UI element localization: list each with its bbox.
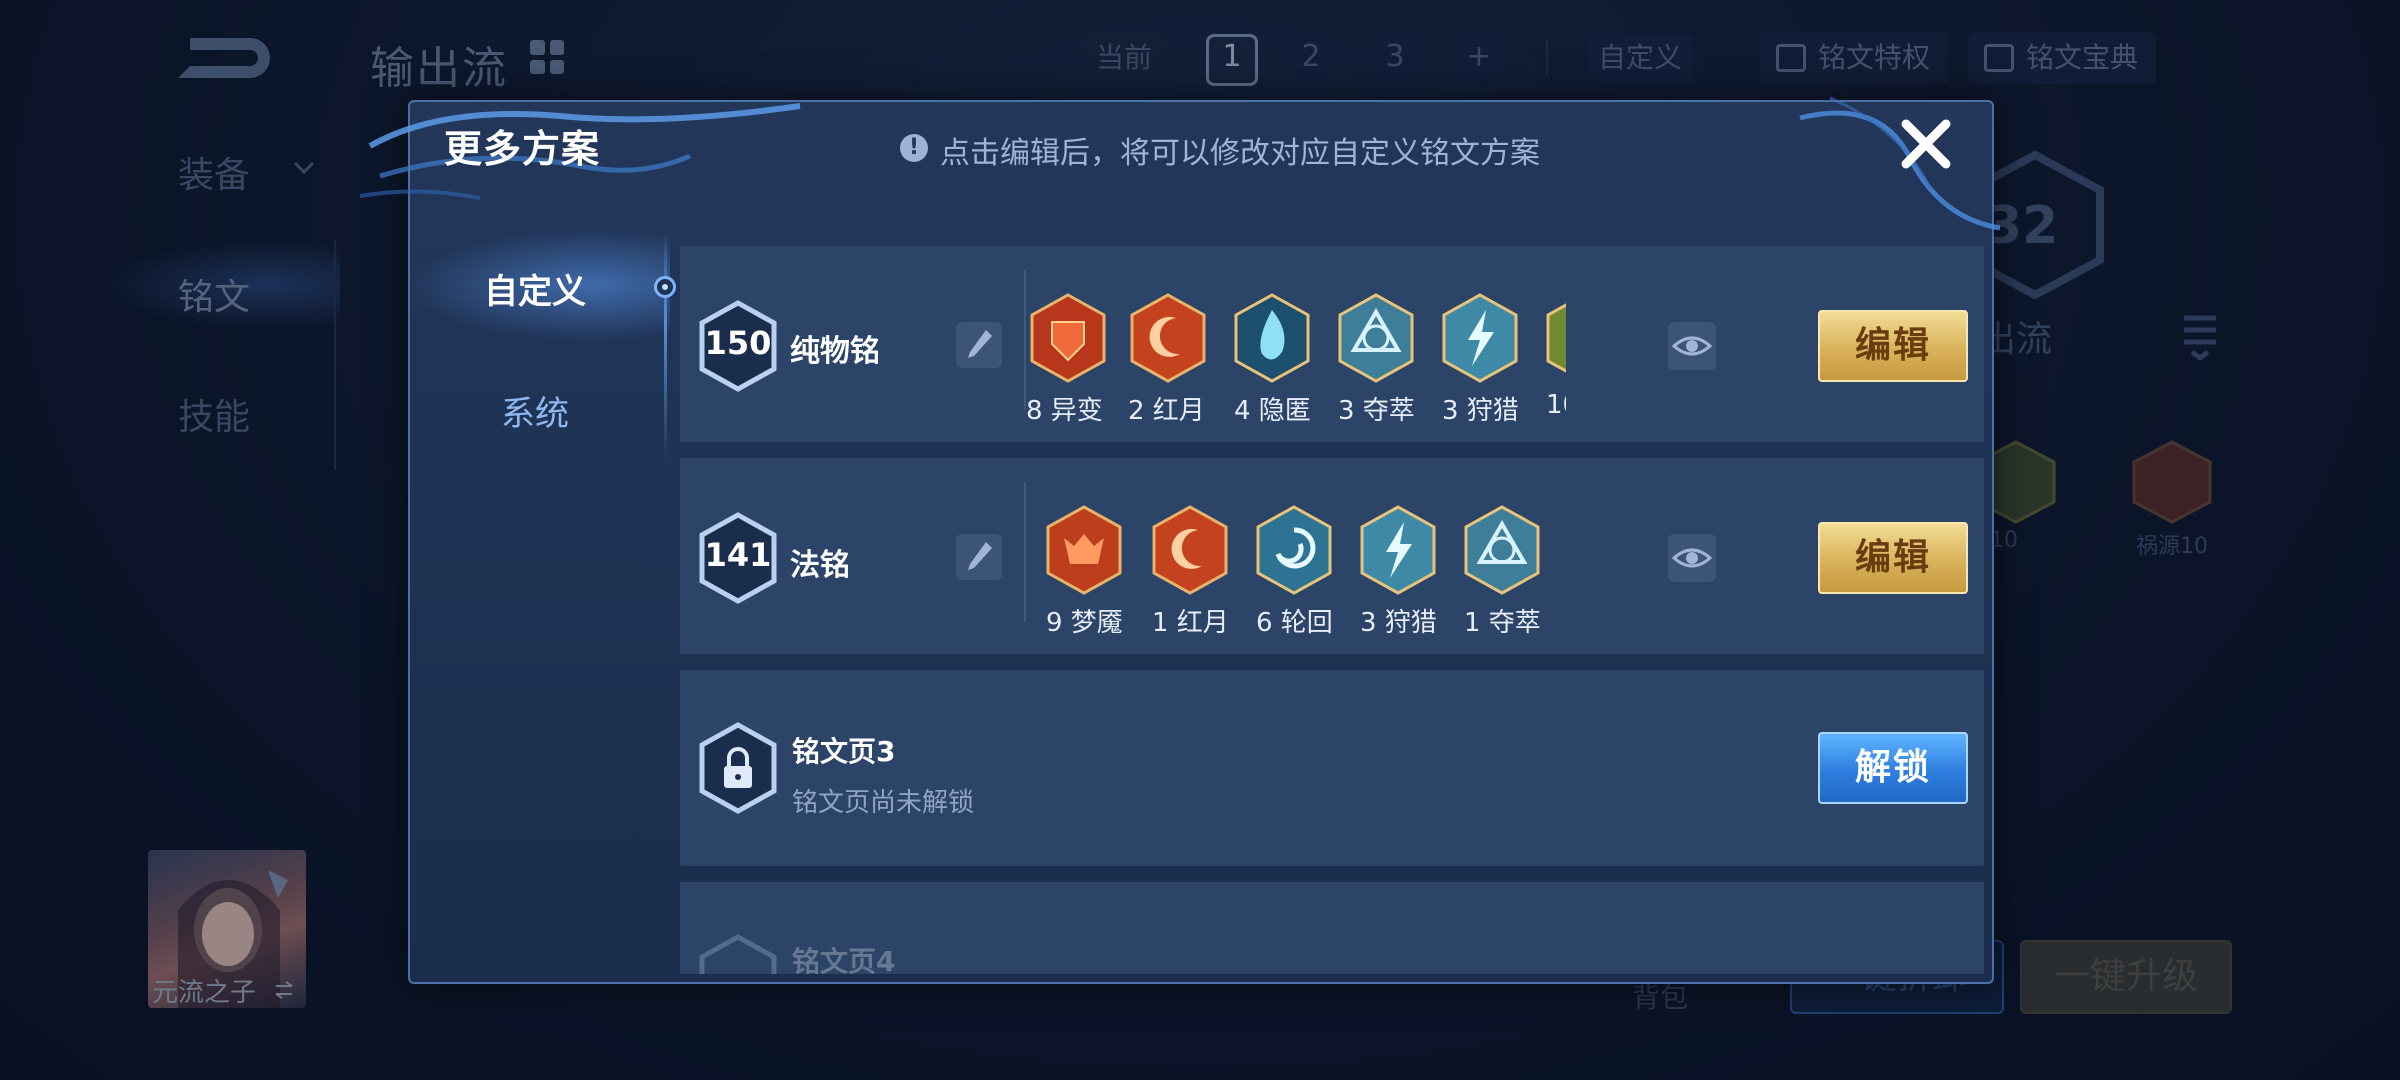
edit-button[interactable]: 编辑	[1818, 310, 1968, 382]
pencil-icon	[968, 542, 992, 570]
plan-level: 141	[704, 536, 772, 574]
rename-button[interactable]	[956, 322, 1002, 368]
rune-label: 3 狩猎	[1442, 396, 1519, 426]
tab-divider-line	[664, 230, 667, 460]
tab-system[interactable]: 系统	[410, 386, 660, 435]
rune-label: 6 轮回	[1256, 608, 1333, 638]
blue-flame-rune-icon	[1234, 293, 1310, 383]
blue-knot-rune-icon	[1464, 505, 1540, 595]
rune-label: 2 红月	[1128, 396, 1205, 426]
rune-label: 10	[1546, 390, 1566, 420]
eye-icon	[1671, 336, 1713, 356]
rune-label: 8 异变	[1026, 396, 1103, 426]
plan-name: 纯物铭	[790, 334, 880, 369]
rename-button[interactable]	[956, 534, 1002, 580]
blue-swirl-rune-icon	[1256, 505, 1332, 595]
rune-label: 1 夺萃	[1464, 608, 1541, 638]
edit-button[interactable]: 编辑	[1818, 522, 1968, 594]
lock-icon	[699, 934, 777, 974]
red-moon-rune-icon	[1130, 293, 1206, 383]
green-rune-icon	[1546, 303, 1566, 373]
rune-strip: 9 梦魇 1 红月 6 轮回 3 狩猎 1 夺萃	[1040, 498, 1580, 648]
lock-icon	[699, 722, 777, 814]
crimson-shield-rune-icon	[1030, 293, 1106, 383]
locked-page-title: 铭文页4	[792, 945, 896, 974]
rune-strip: 8 异变 2 红月 4 隐匿 3 夺萃 3 狩猎 10	[1026, 286, 1566, 436]
red-demon-rune-icon	[1046, 505, 1122, 595]
blue-lightning-rune-icon	[1442, 293, 1518, 383]
red-moon-rune-icon	[1152, 505, 1228, 595]
rune-label: 1 红月	[1152, 608, 1229, 638]
blue-lightning-rune-icon	[1360, 505, 1436, 595]
preview-button[interactable]	[1668, 534, 1716, 582]
blue-knot-rune-icon	[1338, 293, 1414, 383]
pencil-icon	[968, 330, 992, 358]
plan-level: 150	[704, 324, 772, 362]
rune-label: 3 夺萃	[1338, 396, 1415, 426]
notice-text: 点击编辑后，将可以修改对应自定义铭文方案	[940, 136, 1540, 171]
info-icon: !	[900, 134, 928, 162]
modal-title: 更多方案	[444, 127, 601, 171]
rune-label: 3 狩猎	[1360, 608, 1437, 638]
locked-page-subtitle: 铭文页尚未解锁	[792, 788, 975, 818]
locked-page-row-partial: 铭文页4	[680, 882, 1984, 974]
divider	[1024, 482, 1026, 622]
preview-button[interactable]	[1668, 322, 1716, 370]
tab-custom[interactable]: 自定义	[410, 264, 660, 313]
close-icon[interactable]	[1896, 114, 1956, 174]
locked-page-title: 铭文页3	[792, 735, 896, 768]
rune-label: 4 隐匿	[1234, 396, 1311, 426]
plan-name: 法铭	[790, 548, 850, 583]
rune-label: 9 梦魇	[1046, 608, 1123, 638]
unlock-button[interactable]: 解锁	[1818, 732, 1968, 804]
eye-icon	[1671, 548, 1713, 568]
